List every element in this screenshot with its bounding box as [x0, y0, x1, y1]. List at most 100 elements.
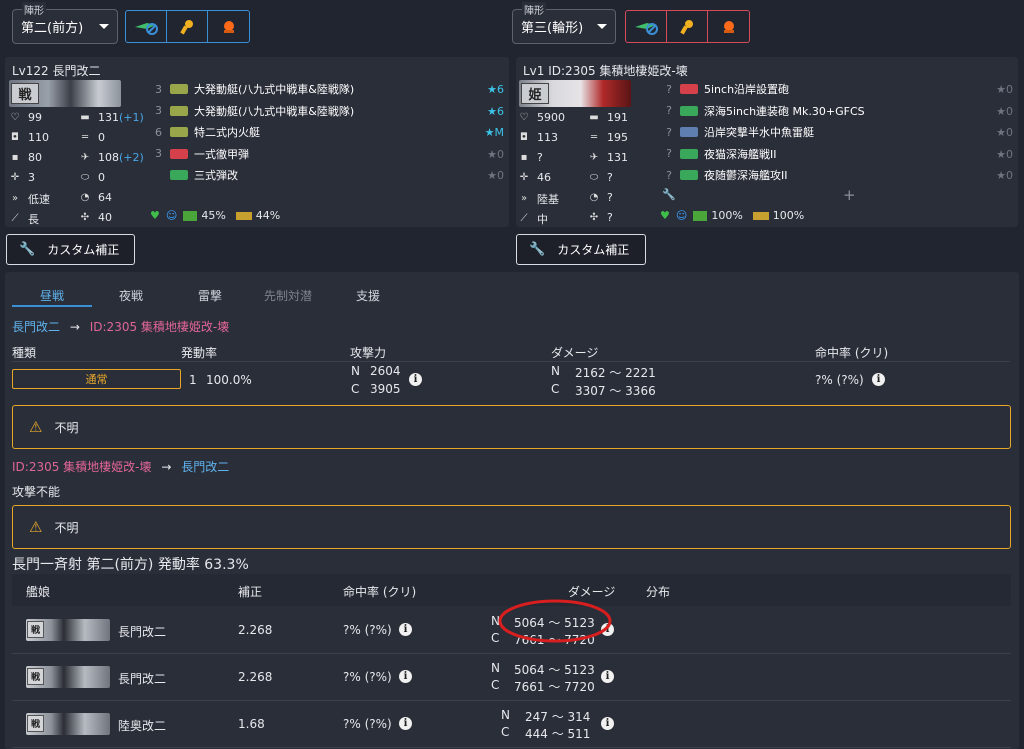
- stat-value: 108: [98, 151, 119, 164]
- improvement-level: ★0: [487, 169, 504, 182]
- info-icon[interactable]: i: [601, 717, 614, 730]
- ship-thumbnail[interactable]: 戦: [26, 713, 110, 735]
- heart-icon: ♡: [10, 111, 20, 123]
- equipment-slot[interactable]: 三式弾改: [150, 166, 238, 184]
- left-custom-button[interactable]: 🔧 カスタム補正: [6, 234, 135, 265]
- stat-value: 99: [28, 111, 42, 124]
- equipment-slot[interactable]: ? 夜随鬱深海艦攻II: [660, 166, 787, 184]
- stat-value: ?: [607, 191, 613, 204]
- wrench-icon: 🔧: [19, 242, 36, 257]
- attack1-route: 長門改二 → ID:2305 集積地棲姫改-壊: [12, 318, 229, 335]
- tab-opening-asw[interactable]: 先制対潜: [264, 287, 312, 304]
- target-name: 長門改二: [181, 460, 230, 474]
- right-condition: ♥ ☺ 100% 100%: [660, 209, 804, 222]
- repair-icon[interactable]: [667, 11, 708, 42]
- info-icon[interactable]: i: [399, 717, 412, 730]
- chevron-down-icon: [99, 24, 109, 29]
- equipment-icon: [680, 84, 698, 94]
- warning-box: ⚠ 不明: [12, 505, 1011, 549]
- tab-torpedo[interactable]: 雷撃: [198, 287, 222, 304]
- firepower-icon: ▬: [589, 111, 599, 123]
- equipment-slot[interactable]: 3 大発動艇(八九式中戦車&陸戦隊): [150, 80, 354, 98]
- improvement-level: ★0: [996, 126, 1013, 139]
- equipment-slot[interactable]: ? 夜猫深海艦戦II: [660, 145, 776, 163]
- power-n-value: 2604: [370, 364, 401, 378]
- equipment-slot[interactable]: 6 特二式内火艇: [150, 123, 260, 141]
- ship-type-tag: 戦: [27, 715, 44, 732]
- slot-count: ?: [666, 147, 672, 160]
- alarm-icon[interactable]: [208, 11, 249, 42]
- stat-aa: ✈ 131: [589, 151, 628, 164]
- left-ship-banner[interactable]: 戦: [9, 80, 121, 107]
- left-formation-label: 陣形: [22, 2, 46, 17]
- right-custom-button[interactable]: 🔧 カスタム補正: [516, 234, 646, 265]
- attack-rate: 100.0%: [206, 373, 252, 387]
- equipment-icon: [170, 127, 188, 137]
- equipment-icon: [680, 170, 698, 180]
- info-icon[interactable]: i: [399, 670, 412, 683]
- hit-rate: ?% (?%): [815, 373, 864, 387]
- special-attack-title: 長門一斉射 第二(前方) 発動率 63.3%: [12, 557, 249, 573]
- col-distribution: 分布: [646, 585, 671, 599]
- equipment-name: 三式弾改: [194, 169, 238, 182]
- attacker-name: ID:2305 集積地棲姫改-壊: [12, 460, 152, 474]
- luck-icon: ✣: [589, 211, 599, 223]
- right-ship-banner[interactable]: 姫: [519, 80, 631, 107]
- ship-thumbnail[interactable]: 戦: [26, 666, 110, 688]
- ship-name: 長門改二: [118, 625, 167, 639]
- right-fuel-value: 100%: [711, 209, 743, 222]
- ship-type-tag: 戦: [11, 83, 39, 104]
- equipment-slot[interactable]: 3 大発動艇(八九式中戦車&陸戦隊): [150, 102, 354, 120]
- stat-value: 113: [537, 131, 558, 144]
- right-formation-value: 第三(輪形): [521, 21, 584, 36]
- aa-icon: ✈: [80, 151, 90, 163]
- stat-value: 3: [28, 171, 35, 184]
- equipment-icon: [680, 127, 698, 137]
- torpedo-icon: ═: [81, 131, 89, 143]
- stat-firepower: ▬ 131 (+1): [80, 111, 144, 124]
- right-ship-header: Lv1 ID:2305 集積地棲姫改-壊: [523, 64, 688, 78]
- equipment-slot[interactable]: ? 沿岸突撃半水中魚雷艇: [660, 123, 814, 141]
- arrow-right-icon: →: [69, 320, 80, 334]
- tab-support[interactable]: 支援: [356, 287, 380, 304]
- equipment-name: 大発動艇(八九式中戦車&陸戦隊): [194, 83, 355, 96]
- slot-count: 6: [155, 125, 162, 139]
- stat-value: 低速: [28, 193, 50, 206]
- tab-night-battle[interactable]: 夜戦: [119, 287, 143, 304]
- no-aircraft-icon[interactable]: [626, 11, 667, 42]
- damage-n-value: 2162 ～ 2221: [575, 366, 656, 380]
- ammo-icon: [235, 211, 252, 220]
- stat-armor: ◘ 110: [10, 131, 49, 144]
- equipment-slot[interactable]: 3 一式徹甲弾: [150, 145, 249, 163]
- equipment-slot[interactable]: ? 深海5inch連装砲 Mk.30+GFCS: [660, 102, 864, 120]
- asw-icon: ⬭: [80, 171, 90, 183]
- custom-button-label: カスタム補正: [47, 243, 120, 257]
- ammo-icon: [752, 211, 769, 220]
- add-slot-icon[interactable]: +: [843, 186, 856, 204]
- repair-icon[interactable]: [167, 11, 208, 42]
- warning-icon: ⚠: [29, 518, 43, 536]
- info-icon[interactable]: i: [872, 373, 885, 386]
- info-icon[interactable]: i: [409, 373, 422, 386]
- attacker-name: 長門改二: [12, 320, 61, 334]
- damage-c-key: C: [551, 382, 560, 396]
- range-icon: ⟋: [520, 213, 528, 224]
- info-icon[interactable]: i: [601, 670, 614, 683]
- aa-icon: ✈: [589, 151, 599, 163]
- alarm-icon[interactable]: [708, 11, 749, 42]
- damage-n-value: 5064 ～ 5123: [514, 663, 595, 677]
- left-condition: ♥ ☺ 45% 44%: [150, 209, 280, 222]
- info-icon[interactable]: i: [399, 623, 412, 636]
- stat-value: 5900: [537, 111, 565, 124]
- stat-bonus: (+1): [119, 111, 144, 124]
- divider: [12, 361, 1010, 362]
- equipment-slot[interactable]: ? 5inch沿岸設置砲: [660, 80, 789, 98]
- no-aircraft-icon[interactable]: [126, 11, 167, 42]
- stat-aircraft: ✛ 3: [10, 171, 35, 184]
- row-divider: [12, 747, 1011, 748]
- active-tab-underline: [12, 305, 92, 307]
- luck-icon: ✣: [80, 211, 90, 223]
- tab-day-battle[interactable]: 昼戦: [40, 287, 64, 304]
- warning-text: 不明: [54, 420, 79, 435]
- ship-thumbnail[interactable]: 戦: [26, 619, 110, 641]
